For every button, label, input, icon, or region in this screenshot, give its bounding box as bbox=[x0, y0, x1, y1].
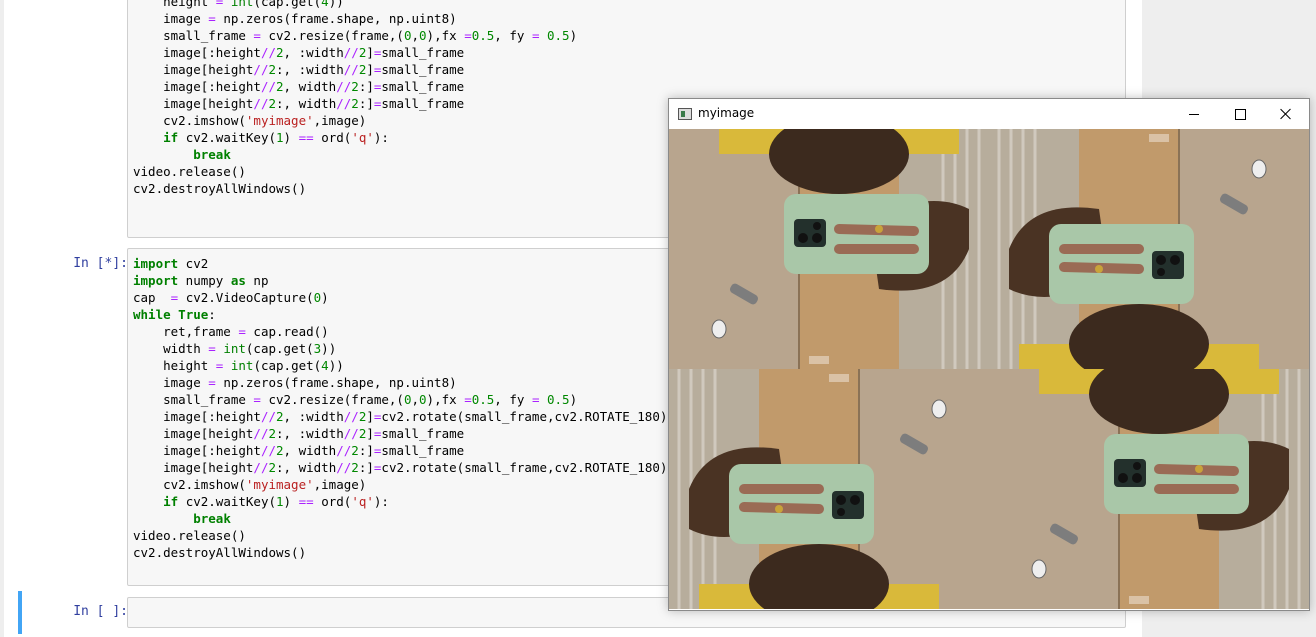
minimize-button[interactable] bbox=[1171, 99, 1217, 129]
minimize-icon bbox=[1189, 113, 1199, 115]
webcam-frame-top-left bbox=[669, 129, 989, 369]
code-line: small_frame = cv2.resize(frame,(0,0),fx … bbox=[133, 28, 578, 43]
cell-prompt-empty: In [ ]: bbox=[73, 604, 128, 619]
webcam-frame-top-right bbox=[989, 129, 1309, 369]
window-titlebar[interactable]: myimage bbox=[669, 99, 1309, 129]
image-canvas bbox=[669, 129, 1309, 609]
code-line: image[:height//2, :width//2]=small_frame bbox=[133, 45, 465, 60]
close-button[interactable] bbox=[1263, 99, 1309, 129]
cell-prompt-running: In [*]: bbox=[73, 256, 128, 271]
window-title: myimage bbox=[698, 106, 755, 120]
code-line: height = int(cap.get(4)) bbox=[133, 0, 344, 9]
code-line: image[height//2:, :width//2]=small_frame bbox=[133, 62, 465, 77]
maximize-icon bbox=[1234, 108, 1246, 120]
close-icon bbox=[1280, 108, 1292, 120]
webcam-frame-bottom-left bbox=[669, 369, 989, 609]
code-line: image[:height//2, width//2:]=small_frame bbox=[133, 79, 465, 94]
image-window[interactable]: myimage bbox=[668, 98, 1310, 611]
code-line: image = np.zeros(frame.shape, np.uint8) bbox=[133, 11, 457, 26]
webcam-frame-bottom-right bbox=[989, 369, 1309, 609]
maximize-button[interactable] bbox=[1217, 99, 1263, 129]
app-icon bbox=[678, 108, 692, 120]
